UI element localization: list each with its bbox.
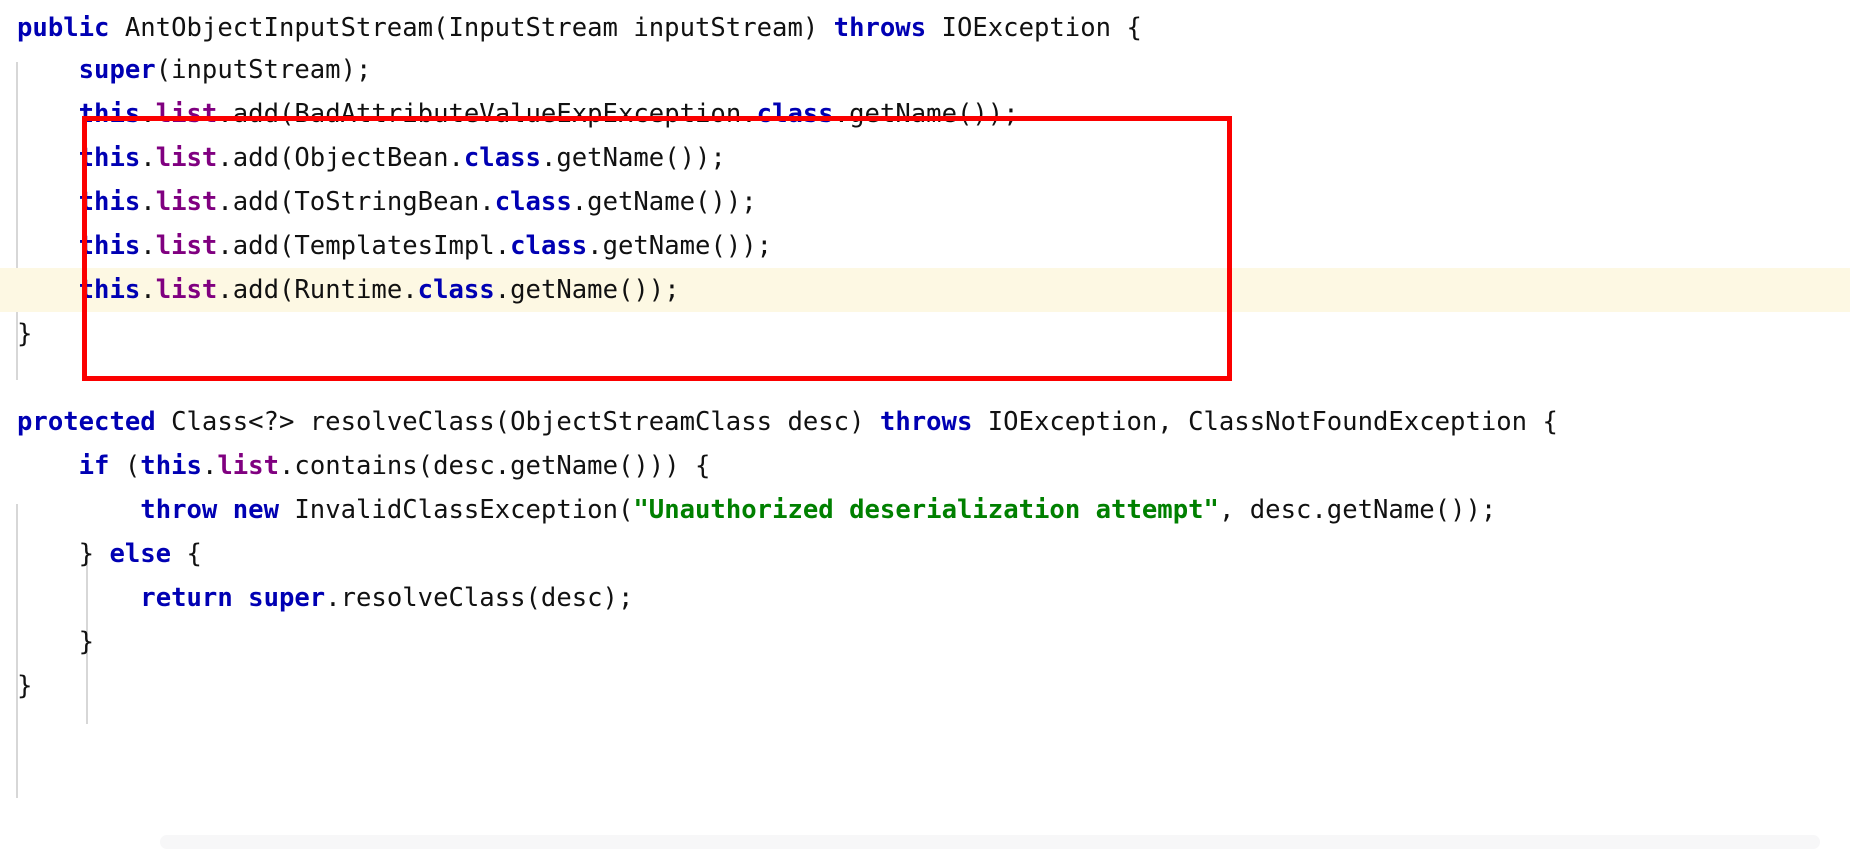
code-token-plain: } bbox=[17, 627, 95, 657]
code-token-kw: public bbox=[17, 13, 110, 43]
code-token-plain: } bbox=[17, 539, 110, 569]
code-token-plain: .getName()); bbox=[540, 143, 726, 173]
code-token-kw: this bbox=[140, 451, 202, 481]
code-token-plain: . bbox=[140, 143, 156, 173]
code-token-plain: . bbox=[201, 451, 218, 481]
code-line[interactable]: public AntObjectInputStream(InputStream … bbox=[0, 0, 1850, 48]
code-token-kw: this bbox=[78, 231, 141, 261]
code-token-plain: .getName()); bbox=[587, 231, 773, 261]
code-token-plain: .getName()); bbox=[571, 187, 757, 217]
code-token-plain: AntObjectInputStream(InputStream inputSt… bbox=[109, 13, 834, 43]
code-token-plain: .add(TemplatesImpl. bbox=[217, 231, 511, 261]
code-line[interactable]: this.list.add(BadAttributeValueExpExcept… bbox=[0, 92, 1850, 136]
code-token-plain: .getName()); bbox=[494, 275, 680, 305]
code-token-plain: .add(ObjectBean. bbox=[217, 143, 464, 173]
horizontal-scrollbar[interactable] bbox=[160, 835, 1820, 849]
code-token-kw: this bbox=[78, 275, 141, 305]
code-token-kw: return bbox=[140, 583, 233, 613]
code-token-plain: InvalidClassException( bbox=[278, 495, 634, 525]
code-line[interactable]: super(inputStream); bbox=[0, 48, 1850, 92]
code-line[interactable]: this.list.add(ToStringBean.class.getName… bbox=[0, 180, 1850, 224]
code-token-kw: protected bbox=[17, 407, 156, 437]
code-line[interactable]: } bbox=[0, 620, 1850, 664]
code-token-kw: super bbox=[248, 583, 326, 613]
code-token-field: list bbox=[155, 143, 218, 173]
code-token-plain: .add(Runtime. bbox=[217, 275, 418, 305]
code-lines-container[interactable]: public AntObjectInputStream(InputStream … bbox=[0, 0, 1850, 708]
code-token-plain: , desc.getName()); bbox=[1218, 495, 1497, 525]
code-line[interactable]: this.list.add(Runtime.class.getName()); bbox=[0, 268, 1850, 312]
code-token-kw: this bbox=[78, 143, 141, 173]
code-line[interactable]: throw new InvalidClassException("Unautho… bbox=[0, 488, 1850, 532]
code-token-kw: class bbox=[417, 275, 495, 305]
code-token-plain: } bbox=[17, 319, 33, 349]
code-token-field: list bbox=[155, 187, 218, 217]
code-token-plain: .add(ToStringBean. bbox=[217, 187, 495, 217]
code-line[interactable]: } bbox=[0, 312, 1850, 356]
code-token-field: list bbox=[155, 99, 218, 129]
code-token-plain: . bbox=[140, 275, 156, 305]
code-token-kw: if bbox=[78, 451, 110, 481]
code-line[interactable]: this.list.add(TemplatesImpl.class.getNam… bbox=[0, 224, 1850, 268]
code-token-kw: super bbox=[78, 55, 156, 85]
code-token-plain: Class<?> resolveClass(ObjectStreamClass … bbox=[155, 407, 880, 437]
code-token-kw: throw bbox=[140, 495, 218, 525]
code-token-plain: { bbox=[171, 539, 202, 569]
code-token-plain: . bbox=[140, 99, 156, 129]
code-token-kw: throws bbox=[879, 407, 973, 437]
code-line[interactable]: } bbox=[0, 664, 1850, 708]
code-token-plain: . bbox=[140, 231, 156, 261]
code-line[interactable]: this.list.add(ObjectBean.class.getName()… bbox=[0, 136, 1850, 180]
code-token-field: list bbox=[217, 451, 279, 481]
code-token-kw: class bbox=[463, 143, 541, 173]
code-token-plain: .resolveClass(desc); bbox=[325, 583, 634, 613]
code-token-plain: (inputStream); bbox=[155, 55, 372, 85]
code-token-kw: this bbox=[78, 187, 141, 217]
code-token-field: list bbox=[155, 275, 218, 305]
code-viewer[interactable]: public AntObjectInputStream(InputStream … bbox=[0, 0, 1850, 852]
code-token-field: list bbox=[155, 231, 218, 261]
code-line[interactable] bbox=[0, 356, 1850, 400]
code-line[interactable]: } else { bbox=[0, 532, 1850, 576]
code-token-plain: .add(BadAttributeValueExpException. bbox=[217, 99, 757, 129]
code-token-kw: class bbox=[494, 187, 572, 217]
code-token-plain: .getName()); bbox=[833, 99, 1019, 129]
code-token-kw: throws bbox=[833, 13, 927, 43]
code-token-plain: .contains(desc.getName())) { bbox=[279, 451, 711, 481]
code-token-kw: else bbox=[109, 539, 172, 569]
code-line[interactable]: protected Class<?> resolveClass(ObjectSt… bbox=[0, 400, 1850, 444]
code-token-kw: this bbox=[78, 99, 141, 129]
code-token-plain: } bbox=[17, 671, 33, 701]
code-token-plain: IOException { bbox=[926, 13, 1142, 43]
code-line[interactable]: return super.resolveClass(desc); bbox=[0, 576, 1850, 620]
code-token-str: "Unauthorized deserialization attempt" bbox=[633, 495, 1219, 525]
code-token-plain: . bbox=[140, 187, 156, 217]
code-token-kw: class bbox=[756, 99, 834, 129]
code-token-plain: IOException, ClassNotFoundException { bbox=[972, 407, 1558, 437]
code-token-plain: ( bbox=[109, 451, 141, 481]
code-token-kw: class bbox=[510, 231, 588, 261]
code-line[interactable]: if (this.list.contains(desc.getName())) … bbox=[0, 444, 1850, 488]
code-token-kw: new bbox=[232, 495, 279, 525]
